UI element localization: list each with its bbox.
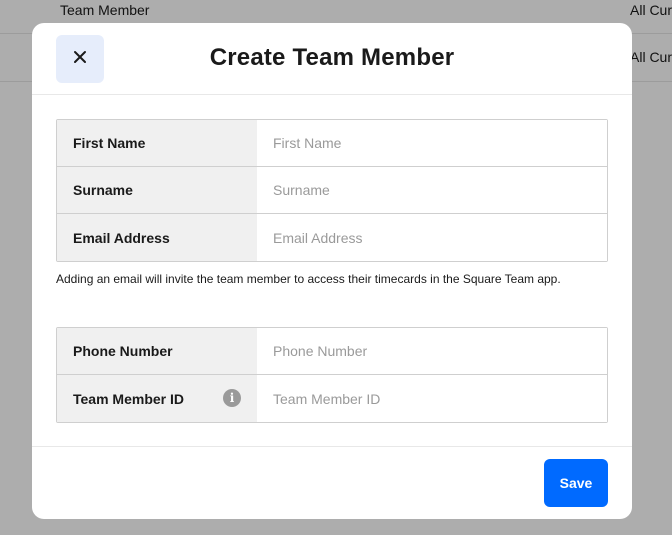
info-icon[interactable]: i: [223, 389, 241, 407]
email-helper-text: Adding an email will invite the team mem…: [56, 272, 561, 286]
id-fieldset: Phone Number Team Member ID i: [56, 327, 608, 423]
email-row: Email Address: [57, 214, 607, 261]
first-name-label: First Name: [57, 120, 257, 166]
save-button[interactable]: Save: [544, 459, 608, 507]
team-member-id-row: Team Member ID i: [57, 375, 607, 422]
phone-row: Phone Number: [57, 328, 607, 375]
modal-header: Create Team Member: [32, 23, 632, 95]
surname-label: Surname: [57, 167, 257, 213]
modal-title: Create Team Member: [209, 44, 455, 71]
team-member-id-label-cell: Team Member ID i: [57, 375, 257, 422]
email-label: Email Address: [57, 214, 257, 261]
contact-fieldset: First Name Surname Email Address: [56, 119, 608, 262]
surname-row: Surname: [57, 167, 607, 214]
phone-input[interactable]: [257, 328, 607, 374]
surname-input[interactable]: [257, 167, 607, 213]
modal-body: First Name Surname Email Address Adding …: [32, 95, 632, 423]
email-input[interactable]: [257, 214, 607, 261]
team-member-id-input[interactable]: [257, 375, 607, 422]
modal-footer: Save: [32, 446, 632, 519]
first-name-input[interactable]: [257, 120, 607, 166]
phone-label: Phone Number: [57, 328, 257, 374]
team-member-id-label: Team Member ID: [73, 390, 184, 407]
first-name-row: First Name: [57, 120, 607, 167]
create-team-member-dialog: Create Team Member First Name Surname Em…: [32, 23, 632, 519]
